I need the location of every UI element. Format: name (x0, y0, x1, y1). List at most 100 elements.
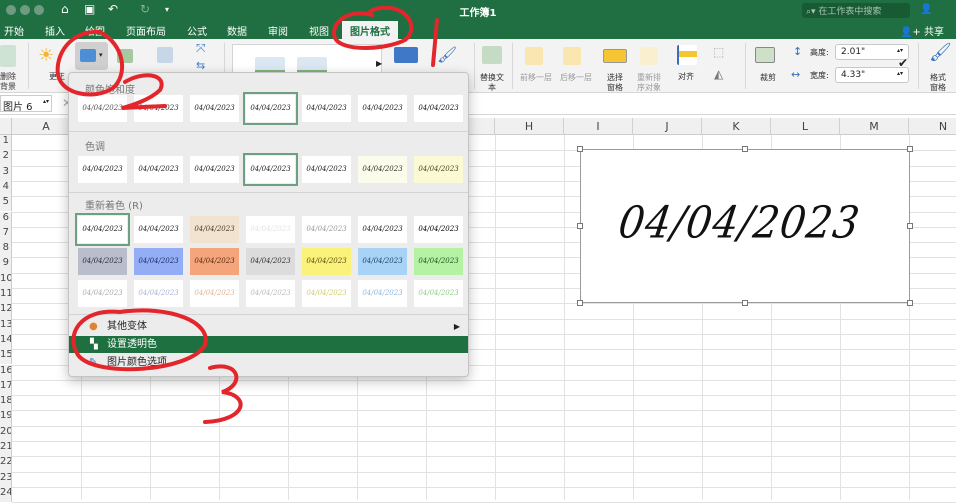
row-header[interactable]: 5 (0, 196, 12, 212)
color-variant-thumbnail[interactable]: 04/04/2023 (134, 248, 183, 275)
color-variant-thumbnail[interactable]: 04/04/2023 (246, 216, 295, 243)
row-header[interactable]: 14 (0, 333, 12, 350)
compress-pictures-icon[interactable]: ⤧ (196, 41, 206, 56)
tab-review[interactable]: 审阅 (268, 23, 288, 38)
reorder-objects-label[interactable]: 重新排序对象 (636, 73, 662, 93)
color-variant-thumbnail[interactable]: 04/04/2023 (78, 156, 127, 183)
resize-handle[interactable] (742, 300, 748, 306)
corrections-label[interactable]: 更正 (44, 72, 70, 82)
select-all-corner[interactable] (0, 118, 12, 135)
row-header[interactable]: 1 (0, 135, 12, 151)
format-pane-brush-icon[interactable]: 🖌 (929, 42, 952, 63)
column-header[interactable]: M (840, 118, 909, 135)
bring-forward-label[interactable]: 前移一层 (520, 73, 552, 83)
row-header[interactable]: 2 (0, 150, 12, 166)
color-variant-thumbnail[interactable]: 04/04/2023 (302, 156, 351, 183)
color-variant-thumbnail[interactable]: 04/04/2023 (190, 216, 239, 243)
row-header[interactable]: 3 (0, 165, 12, 181)
format-pane-label[interactable]: 格式窗格 (928, 73, 948, 93)
remove-background-icon[interactable] (0, 45, 16, 67)
send-backward-label[interactable]: 后移一层 (560, 73, 592, 83)
row-header[interactable]: 15 (0, 349, 12, 365)
resize-handle[interactable] (577, 146, 583, 152)
tab-page-layout[interactable]: 页面布局 (126, 23, 166, 38)
color-button[interactable]: ▾ (75, 42, 108, 70)
row-header[interactable]: 11 (0, 288, 12, 304)
color-variant-thumbnail[interactable]: 04/04/2023 (358, 280, 407, 307)
color-variant-thumbnail[interactable]: 04/04/2023 (134, 95, 183, 122)
align-icon[interactable] (677, 45, 697, 65)
selection-pane-label[interactable]: 选择窗格 (604, 73, 626, 93)
color-variant-thumbnail[interactable]: 04/04/2023 (414, 95, 463, 122)
tab-data[interactable]: 数据 (227, 23, 247, 38)
color-variant-thumbnail[interactable]: 04/04/2023 (134, 216, 183, 243)
column-header[interactable]: L (771, 118, 840, 135)
row-header[interactable]: 23 (0, 471, 12, 487)
color-variant-thumbnail[interactable]: 04/04/2023 (414, 248, 463, 275)
menu-item-set-transparent-color[interactable]: ▚ 设置透明色 (69, 336, 468, 353)
row-header[interactable]: 12 (0, 303, 12, 319)
color-variant-thumbnail[interactable]: 04/04/2023 (358, 156, 407, 183)
search-input[interactable]: ⌕▾ 在工作表中搜索 (802, 3, 910, 18)
column-header[interactable]: H (495, 118, 564, 135)
reorder-objects-icon[interactable] (640, 47, 658, 65)
column-header[interactable]: J (633, 118, 702, 135)
row-header[interactable]: 16 (0, 364, 12, 380)
row-header[interactable]: 20 (0, 425, 12, 441)
share-button[interactable]: 👤+ 共享 (900, 23, 944, 38)
stepper-icon[interactable]: ▴▾ (897, 47, 903, 54)
row-header[interactable]: 18 (0, 395, 12, 411)
row-header[interactable]: 6 (0, 211, 12, 227)
color-variant-thumbnail[interactable]: 04/04/2023 (302, 95, 351, 122)
resize-handle[interactable] (907, 223, 913, 229)
resize-handle[interactable] (577, 300, 583, 306)
color-variant-thumbnail[interactable]: 04/04/2023 (302, 280, 351, 307)
menu-item-picture-color-options[interactable]: ✎ 图片颜色选项... (69, 354, 468, 371)
color-variant-thumbnail[interactable]: 04/04/2023 (243, 92, 298, 125)
resize-handle[interactable] (907, 146, 913, 152)
row-header[interactable]: 13 (0, 318, 12, 334)
color-variant-thumbnail[interactable]: 04/04/2023 (302, 216, 351, 243)
name-box-stepper-icon[interactable]: ▴▾ (43, 98, 49, 105)
row-header[interactable]: 9 (0, 257, 12, 273)
color-variant-thumbnail[interactable]: 04/04/2023 (190, 248, 239, 275)
lock-aspect-ratio-checkbox[interactable]: ✔ (898, 56, 908, 70)
color-variant-thumbnail[interactable]: 04/04/2023 (246, 248, 295, 275)
color-variant-thumbnail[interactable]: 04/04/2023 (358, 248, 407, 275)
color-variant-thumbnail[interactable]: 04/04/2023 (414, 216, 463, 243)
column-header[interactable]: I (564, 118, 633, 135)
color-variant-thumbnail[interactable]: 04/04/2023 (190, 156, 239, 183)
name-box[interactable]: 图片 6 ▴▾ (0, 95, 52, 113)
color-variant-thumbnail[interactable]: 04/04/2023 (358, 216, 407, 243)
send-backward-icon[interactable] (563, 47, 581, 65)
row-header[interactable]: 22 (0, 456, 12, 472)
transparency-icon[interactable] (157, 47, 173, 63)
alt-text-label[interactable]: 替换文本 (478, 73, 506, 93)
color-variant-thumbnail[interactable]: 04/04/2023 (414, 156, 463, 183)
color-variant-thumbnail[interactable]: 04/04/2023 (78, 95, 127, 122)
row-header[interactable]: 10 (0, 272, 12, 288)
tab-insert[interactable]: 插入 (45, 23, 65, 38)
row-header[interactable]: 8 (0, 242, 12, 258)
color-variant-thumbnail[interactable]: 04/04/2023 (190, 95, 239, 122)
alt-text-icon[interactable] (482, 46, 502, 64)
color-variant-thumbnail[interactable]: 04/04/2023 (78, 280, 127, 307)
row-header[interactable]: 7 (0, 226, 12, 243)
gallery-scroll-arrow-icon[interactable]: ▶ (376, 59, 382, 68)
color-variant-thumbnail[interactable]: 04/04/2023 (75, 213, 130, 246)
change-picture-icon[interactable]: ⇆ (196, 59, 205, 72)
remove-background-label[interactable]: 删除背景 (0, 72, 16, 92)
rotate-icon[interactable]: ◭ (714, 67, 723, 81)
tab-formulas[interactable]: 公式 (187, 23, 207, 38)
color-variant-thumbnail[interactable]: 04/04/2023 (243, 153, 298, 186)
crop-icon[interactable] (755, 47, 775, 63)
row-header[interactable]: 4 (0, 180, 12, 197)
corrections-icon[interactable]: ☀ (38, 45, 54, 66)
tab-draw[interactable]: 绘图 (85, 23, 105, 38)
picture-effects-brush-icon[interactable]: 🖌 (437, 45, 457, 64)
row-header[interactable]: 21 (0, 441, 12, 457)
color-variant-thumbnail[interactable]: 04/04/2023 (302, 248, 351, 275)
resize-handle[interactable] (907, 300, 913, 306)
align-label[interactable]: 对齐 (678, 72, 694, 82)
artistic-effects-icon[interactable] (117, 49, 133, 63)
